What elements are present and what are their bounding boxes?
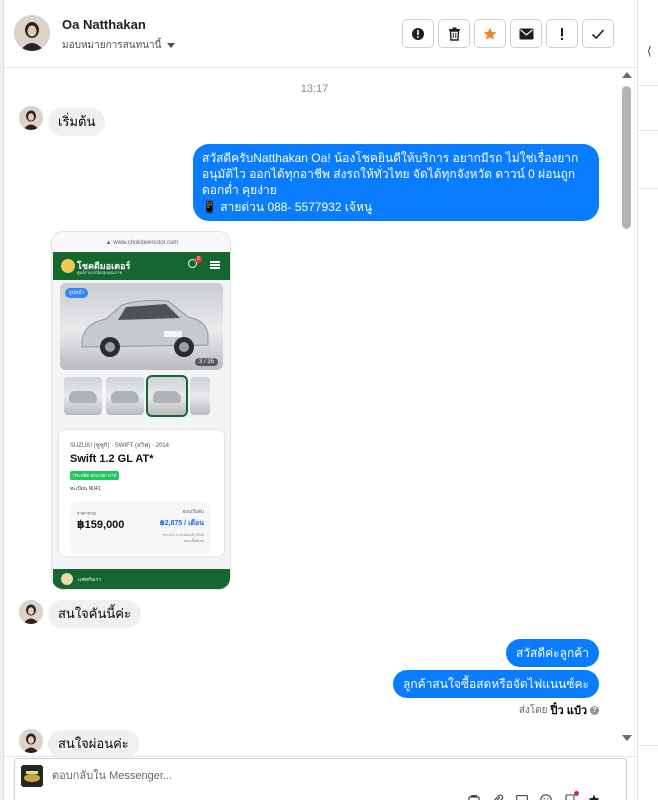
chat-avatar-icon: [61, 573, 73, 585]
thumbnail: [106, 377, 144, 415]
stock-number: ทะเบียน N041: [70, 486, 101, 492]
price-box: ราคาขาย ฿159,000 ผ่อนเริ่มต้น ฿2,875 / เ…: [70, 502, 211, 554]
photo-tag: รูปหน้า: [65, 288, 89, 298]
trash-icon: [448, 27, 460, 41]
header-actions: [402, 19, 614, 48]
contact-avatar-small[interactable]: [19, 600, 43, 624]
site-footer-bar: แชทกับเรา: [53, 569, 230, 589]
message-line: สวัสดีครับNatthakan Oa! น้องโชคยินดีให้บ…: [202, 151, 579, 165]
photo-counter: 3 / 35: [194, 358, 218, 366]
assign-conversation-dropdown[interactable]: มอบหมายการสนทนานี้: [62, 38, 176, 53]
image-attachment[interactable]: ▲ www.chokdeemotor.com โชคดีมอเตอร์ ศูนย…: [51, 231, 231, 590]
price-label: ราคาขาย: [77, 511, 96, 516]
promo-badge: ประหยัด 570,000 บาท: [70, 471, 120, 480]
car-price: ฿159,000: [77, 519, 125, 531]
mail-icon: [519, 28, 533, 39]
notification-badge: 2: [195, 256, 202, 263]
mark-done-button[interactable]: [582, 19, 614, 48]
sender-name[interactable]: ปิ๋ว แป๋ว: [551, 701, 587, 719]
site-navbar: โชคดีมอเตอร์ ศูนย์รวมรถมือสองคุณภาพ 2: [53, 252, 230, 280]
photo-thumbnails: [64, 375, 210, 417]
thumbnail: [190, 377, 210, 415]
incoming-message[interactable]: เริ่มต้น: [48, 108, 106, 136]
mark-unread-button[interactable]: [510, 19, 542, 48]
car-photo: รูปหน้า 3 / 35: [60, 283, 223, 370]
star-icon: [483, 27, 497, 40]
conversation-header: Oa Natthakan มอบหมายการสนทนานี้: [4, 0, 637, 68]
monthly-label: ผ่อนเริ่มต้น: [182, 509, 204, 514]
incoming-message[interactable]: สนใจผ่อนค่ะ: [48, 730, 139, 756]
star-button[interactable]: [474, 19, 506, 48]
image-icon[interactable]: [515, 793, 529, 800]
message-line: ดอกต่ำ คุยง่าย: [202, 183, 277, 198]
assign-label: มอบหมายการสนทนานี้: [62, 40, 162, 51]
saved-reply-icon[interactable]: [563, 791, 579, 800]
thumbnail: [146, 375, 188, 417]
check-icon: [591, 28, 605, 39]
scroll-thumb[interactable]: [622, 86, 631, 229]
composer: [4, 756, 637, 800]
outgoing-message[interactable]: สวัสดีค่ะลูกค้า: [505, 639, 599, 667]
emoji-icon[interactable]: [539, 793, 553, 800]
side-panel-edge: ⟨: [637, 0, 658, 800]
spam-button[interactable]: [546, 19, 578, 48]
car-model: Swift 1.2 GL AT*: [70, 453, 154, 465]
sent-by-prefix: ส่งโดย: [518, 704, 548, 716]
delete-button[interactable]: [438, 19, 470, 48]
composer-tools: [467, 791, 601, 800]
contact-avatar-small[interactable]: [19, 729, 43, 753]
messenger-window: Oa Natthakan มอบหมายการสนทนานี้ 13:17 เร…: [0, 0, 658, 800]
sent-by-info: ส่งโดย ปิ๋ว แป๋ว ?: [519, 701, 599, 719]
scroll-down-icon[interactable]: [622, 735, 632, 741]
composer-box: [14, 758, 627, 800]
message-thread: 13:17 เริ่มต้น สวัสดีครับNatthakan Oa! น…: [4, 69, 637, 756]
sticker-icon[interactable]: [467, 793, 481, 800]
message-timestamp: 13:17: [300, 83, 329, 95]
pin-icon[interactable]: [587, 793, 601, 800]
monthly-payment: ฿2,875 / เดือน: [159, 520, 204, 527]
alert-icon: [561, 27, 563, 40]
car-info-card: SUZUKI (ซูซูกิ) · SWIFT (สวิฟ) · 2014 Sw…: [59, 430, 224, 556]
attach-icon[interactable]: [491, 793, 505, 800]
thumbnail: [64, 377, 102, 415]
help-icon[interactable]: ?: [590, 705, 599, 715]
chevron-down-icon: [167, 43, 176, 48]
collapse-icon[interactable]: ⟨: [647, 44, 652, 58]
page-avatar: [21, 765, 43, 787]
contact-avatar-small[interactable]: [19, 106, 43, 130]
footer-text: แชทกับเรา: [78, 577, 102, 583]
reply-input[interactable]: [52, 767, 452, 785]
menu-icon: [210, 261, 220, 263]
scroll-up-icon[interactable]: [622, 72, 632, 78]
site-logo-icon: [61, 259, 75, 273]
outgoing-message-greeting[interactable]: สวัสดีครับNatthakan Oa! น้องโชคยินดีให้บ…: [193, 144, 599, 221]
thread-scrollbar[interactable]: [621, 69, 633, 745]
monthly-note: *ดาวน์ 0 บาท ผ่อน 84 เดือน ดอกเบี้ยพิเศษ: [162, 533, 204, 543]
outgoing-message[interactable]: ลูกค้าสนใจซื้อสดหรือจัดไฟแนนซ์คะ: [393, 670, 599, 698]
car-make: SUZUKI (ซูซูกิ) · SWIFT (สวิฟ) · 2014: [70, 443, 169, 449]
incoming-message[interactable]: สนใจคันนี้ค่ะ: [48, 600, 141, 628]
message-line: 📱 สายด่วน 088- 5577932 เจ้หนู: [202, 199, 373, 214]
report-icon: [412, 27, 424, 40]
contact-name[interactable]: Oa Natthakan: [62, 17, 146, 32]
contact-avatar[interactable]: [14, 15, 50, 51]
site-tagline: ศูนย์รวมรถมือสองคุณภาพ: [77, 270, 122, 275]
browser-url-bar: ▲ www.chokdeemotor.com: [52, 232, 230, 252]
message-line: อนุมัติไว ออกได้ทุกอาชีพ ส่งรถให้ทั่วไทย…: [202, 167, 576, 182]
report-button[interactable]: [402, 19, 434, 48]
